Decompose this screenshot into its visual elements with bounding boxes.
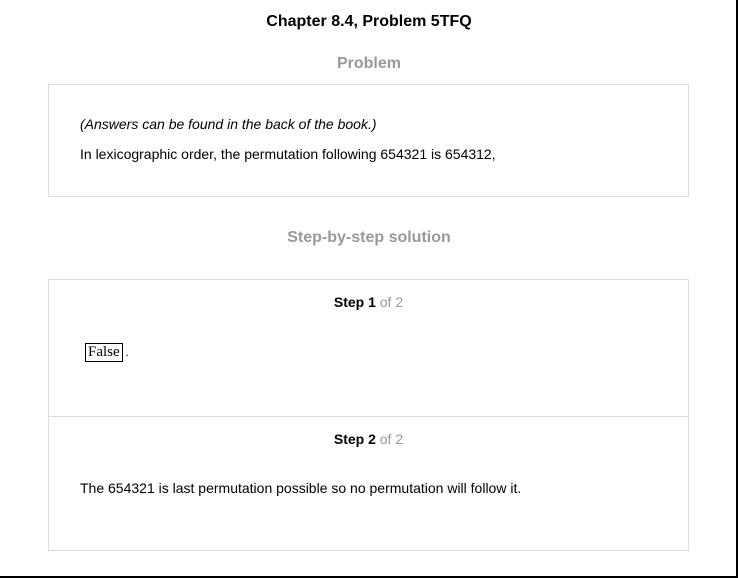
problem-heading: Problem: [336, 55, 401, 72]
step-1-answer-row: False.: [85, 343, 129, 362]
step-2-explanation: The 654321 is last permutation possible …: [80, 480, 522, 496]
step-card-2: Step 2 of 2 The 654321 is last permutati…: [49, 417, 688, 550]
problem-box: (Answers can be found in the back of the…: [48, 84, 689, 197]
step-2-title: Step 2 of 2: [49, 430, 688, 448]
step-1-count: of 2: [375, 294, 404, 310]
problem-statement: In lexicographic order, the permutation …: [80, 146, 496, 162]
step-1-title: Step 1 of 2: [49, 293, 688, 311]
step-1-label: Step 1: [333, 294, 376, 310]
boxed-answer: False: [85, 343, 123, 362]
answer-period: .: [125, 345, 129, 359]
step-2-label: Step 2: [333, 431, 376, 447]
problem-note: (Answers can be found in the back of the…: [80, 116, 377, 132]
solution-steps: Step 1 of 2 False. Step 2 of 2 The 65432…: [48, 279, 689, 551]
step-card-1: Step 1 of 2 False.: [49, 280, 688, 417]
step-2-count: of 2: [375, 431, 404, 447]
solution-heading: Step-by-step solution: [287, 229, 451, 246]
chapter-title: Chapter 8.4, Problem 5TFQ: [266, 13, 472, 30]
